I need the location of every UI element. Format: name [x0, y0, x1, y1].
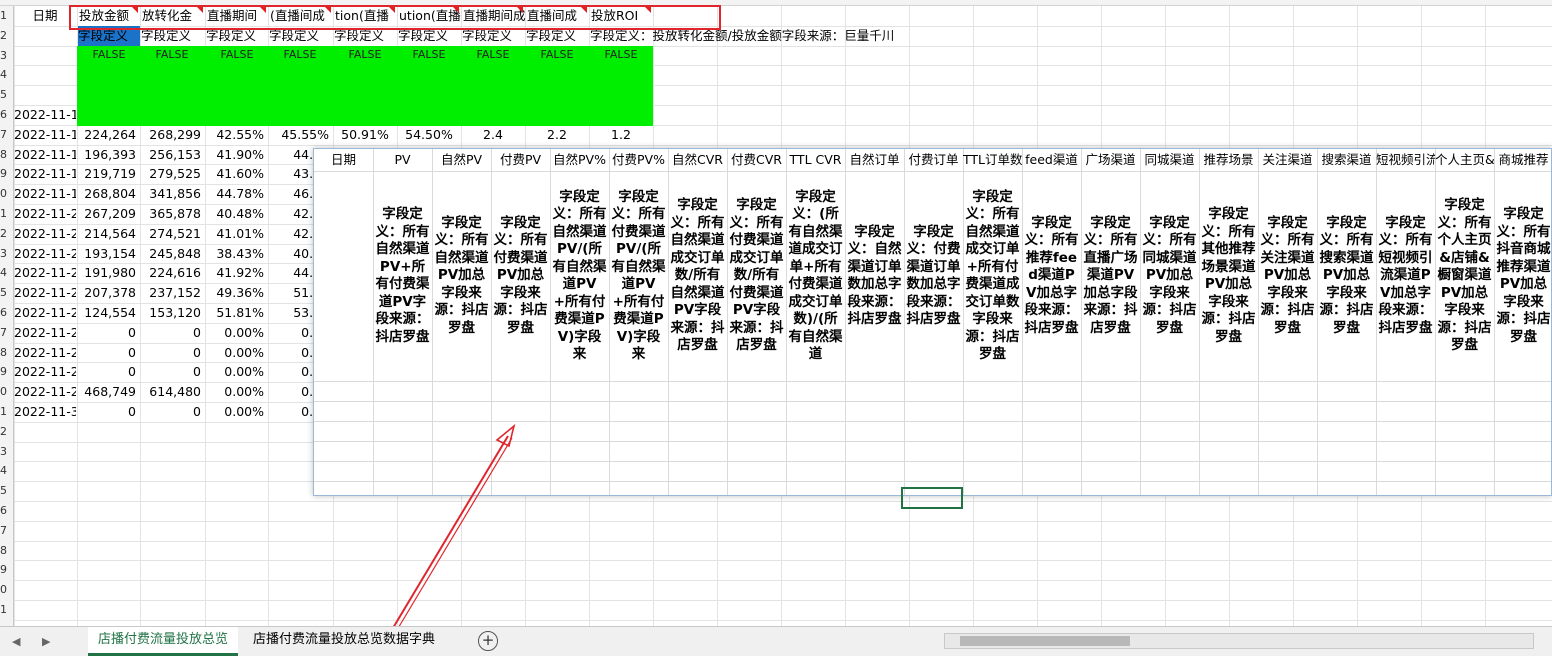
- arrow-line-1: [392, 435, 509, 629]
- scrollbar-thumb[interactable]: [960, 636, 1130, 646]
- add-sheet-button[interactable]: +: [478, 631, 498, 651]
- arrow-head: [495, 423, 516, 448]
- tab-sheet-overview[interactable]: 店播付费流量投放总览: [88, 627, 239, 656]
- prev-sheet-icon[interactable]: ◀: [12, 635, 20, 648]
- tab-sheet-dictionary[interactable]: 店播付费流量投放总览数据字典: [243, 627, 445, 653]
- arrow-line-2: [396, 437, 513, 631]
- next-sheet-icon[interactable]: ▶: [42, 635, 50, 648]
- red-arrow-annotation: [392, 423, 516, 631]
